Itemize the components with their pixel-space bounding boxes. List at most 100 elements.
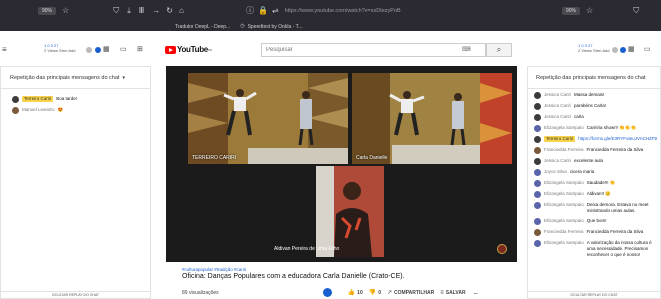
youtube-logo[interactable]: YouTube BR (165, 45, 212, 54)
list-item: Jessica Cariri carla (534, 114, 660, 121)
zoom-badge-right[interactable]: 90% (562, 7, 581, 15)
youtube-play-icon (165, 45, 176, 54)
forward-icon[interactable]: → (152, 7, 160, 15)
settings-dot-right[interactable] (612, 47, 618, 53)
video-tile-aldivan (316, 166, 384, 257)
right-chat-messages: Jessica Cariri Massa demais! Jessica Cari… (528, 89, 660, 258)
chat-message: Franciedda Ferreira da Silva (586, 229, 644, 234)
screen-icon-right[interactable]: ▭ (644, 46, 651, 53)
right-chat-panel: Repetição das principais mensagens do ch… (527, 66, 661, 299)
grid-icon[interactable]: ⊞ (137, 46, 143, 53)
star-icon[interactable]: ☆ (62, 7, 69, 15)
chat-author: Elizangela Sampaio (544, 180, 584, 185)
shield-icon[interactable]: ⛉ (113, 7, 119, 15)
chat-message[interactable]: https://forms.gle/E3RYFoteuJVnCHZF9 (578, 136, 657, 142)
youtube-wordmark: YouTube (177, 45, 208, 54)
search-box[interactable]: ⌨ (261, 43, 486, 57)
live-dot-right[interactable] (620, 47, 626, 53)
dislike-icon[interactable]: 👎 (369, 290, 376, 296)
chat-author: Elizangela Sampaio (544, 202, 584, 207)
settings-dot[interactable] (86, 47, 92, 53)
live-dot[interactable] (95, 47, 101, 53)
right-chat-header[interactable]: Repetição das principais mensagens do ch… (528, 67, 660, 89)
shield-icon-right[interactable]: ⛉ (633, 7, 639, 15)
video-tile-terreiro: TERREIRO CARIRI (188, 73, 348, 164)
youtube-region: BR (207, 47, 213, 52)
more-button[interactable]: ... (474, 290, 478, 296)
avatar (534, 180, 541, 187)
avatar (534, 240, 541, 247)
like-icon[interactable]: 👍 (348, 290, 355, 296)
stats-widget-right: 1 0 3 27 2 Views Strm Add (578, 43, 610, 53)
reader-icon[interactable]: Ⅲ (139, 7, 145, 15)
chat-message: carla (574, 114, 584, 119)
share-button[interactable]: COMPARTILHAR (394, 290, 434, 296)
list-item: Elizangela Sampaio Aldivan!! 😊 (534, 191, 660, 198)
reload-icon[interactable]: ↻ (166, 7, 173, 15)
stats-labels: 2 Views Strm Add (44, 48, 76, 53)
left-chat-header[interactable]: Repetição das principais mensagens do ch… (1, 67, 150, 89)
hide-chat-button-right[interactable]: OCULTAR REPLAY DO CHAT (528, 291, 660, 298)
url-field[interactable]: https://www.youtube.com/watch?v=xxDtezyP… (285, 8, 401, 14)
apps-icon[interactable]: ▦ (103, 46, 110, 53)
avatar (534, 202, 541, 209)
avatar (534, 169, 541, 176)
chat-author: Manoel Leandro (22, 107, 55, 112)
bookmark-icon: ◷ (240, 23, 245, 29)
avatar (534, 158, 541, 165)
home-icon[interactable]: ⌂ (179, 7, 184, 15)
chat-author: Joyce Silva (544, 169, 567, 174)
bookmark-speedtest[interactable]: Speedtest by Ookla - T... (248, 24, 303, 30)
right-browser-toolbar: 90% ☆ ⛉ (526, 0, 661, 22)
menu-icon[interactable]: ≡ (2, 46, 7, 54)
avatar (12, 107, 19, 114)
bookmark-deepl[interactable]: Tradutor DeepL - Deep... (175, 24, 230, 30)
list-item: Elizangela Sampaio Saudade!!! 👏 (534, 180, 660, 187)
keyboard-icon[interactable]: ⌨ (462, 47, 471, 53)
right-chat-title: Repetição das principais mensagens do ch… (536, 74, 646, 81)
bookmarks-bar: Tradutor DeepL - Deep... ◷ Speedtest by … (0, 22, 661, 31)
like-count[interactable]: 10 (357, 290, 363, 296)
hashtags[interactable]: #culturapopular #tradição #cariri (182, 267, 522, 272)
permissions-icon[interactable]: ⇌ (272, 7, 279, 15)
chat-message: Massa demais! (574, 92, 605, 97)
apps-icon-right[interactable]: ▦ (628, 46, 635, 53)
zoom-badge[interactable]: 90% (38, 7, 57, 15)
chat-message: Franciedda Ferreira da Silva (586, 147, 644, 152)
lock-icon: 🔒 (258, 6, 268, 15)
share-icon[interactable]: ↗ (387, 290, 392, 296)
avatar (534, 92, 541, 99)
screen-icon[interactable]: ▭ (120, 46, 127, 53)
chat-author: Franciedda Ferreira (544, 229, 584, 234)
chat-message: Que bom! (586, 218, 607, 223)
video-player[interactable]: TERREIRO CARIRI Carla Danielle Aldivan P… (166, 66, 517, 262)
list-item: Elizangela Sampaio Caririria show!!! 👏👏👏 (534, 125, 660, 132)
chat-message: Aldivan!! 😊 (586, 191, 611, 196)
search-input[interactable] (262, 44, 462, 56)
chat-author: Jessica Cariri (544, 103, 572, 108)
save-button[interactable]: SALVAR (446, 290, 466, 296)
download-icon[interactable]: ⤓ (127, 7, 131, 15)
avatar (534, 218, 541, 225)
chat-author: Jessica Cariri (544, 158, 572, 163)
dislike-count[interactable]: 0 (378, 290, 381, 296)
chat-message: Deixa demora. Estava no meet ministrando… (586, 202, 649, 213)
chevron-down-icon: ▾ (122, 74, 125, 81)
save-icon[interactable]: ≡ (440, 290, 444, 296)
chat-author: Elizangela Sampaio (544, 240, 584, 245)
avatar (534, 136, 541, 143)
dancers-scene (352, 73, 512, 164)
participant-name: Carla Danielle (356, 155, 388, 161)
chat-message: 😍 (57, 107, 64, 112)
hide-chat-button[interactable]: OCULTAR REPLAY DO CHAT (1, 291, 150, 298)
chat-message: cicera maria (569, 169, 595, 174)
participant-name: Aldivan Pereira de Lima Filho (274, 246, 340, 252)
list-item: Franciedda Ferreira Franciedda Ferreira d… (534, 147, 660, 154)
avatar (534, 147, 541, 154)
search-icon: ⌕ (496, 45, 502, 54)
avatar (534, 114, 541, 121)
avatar (534, 229, 541, 236)
star-icon-right[interactable]: ☆ (586, 7, 593, 15)
info-icon[interactable]: ⓘ (246, 7, 254, 15)
search-button[interactable]: ⌕ (486, 43, 512, 57)
